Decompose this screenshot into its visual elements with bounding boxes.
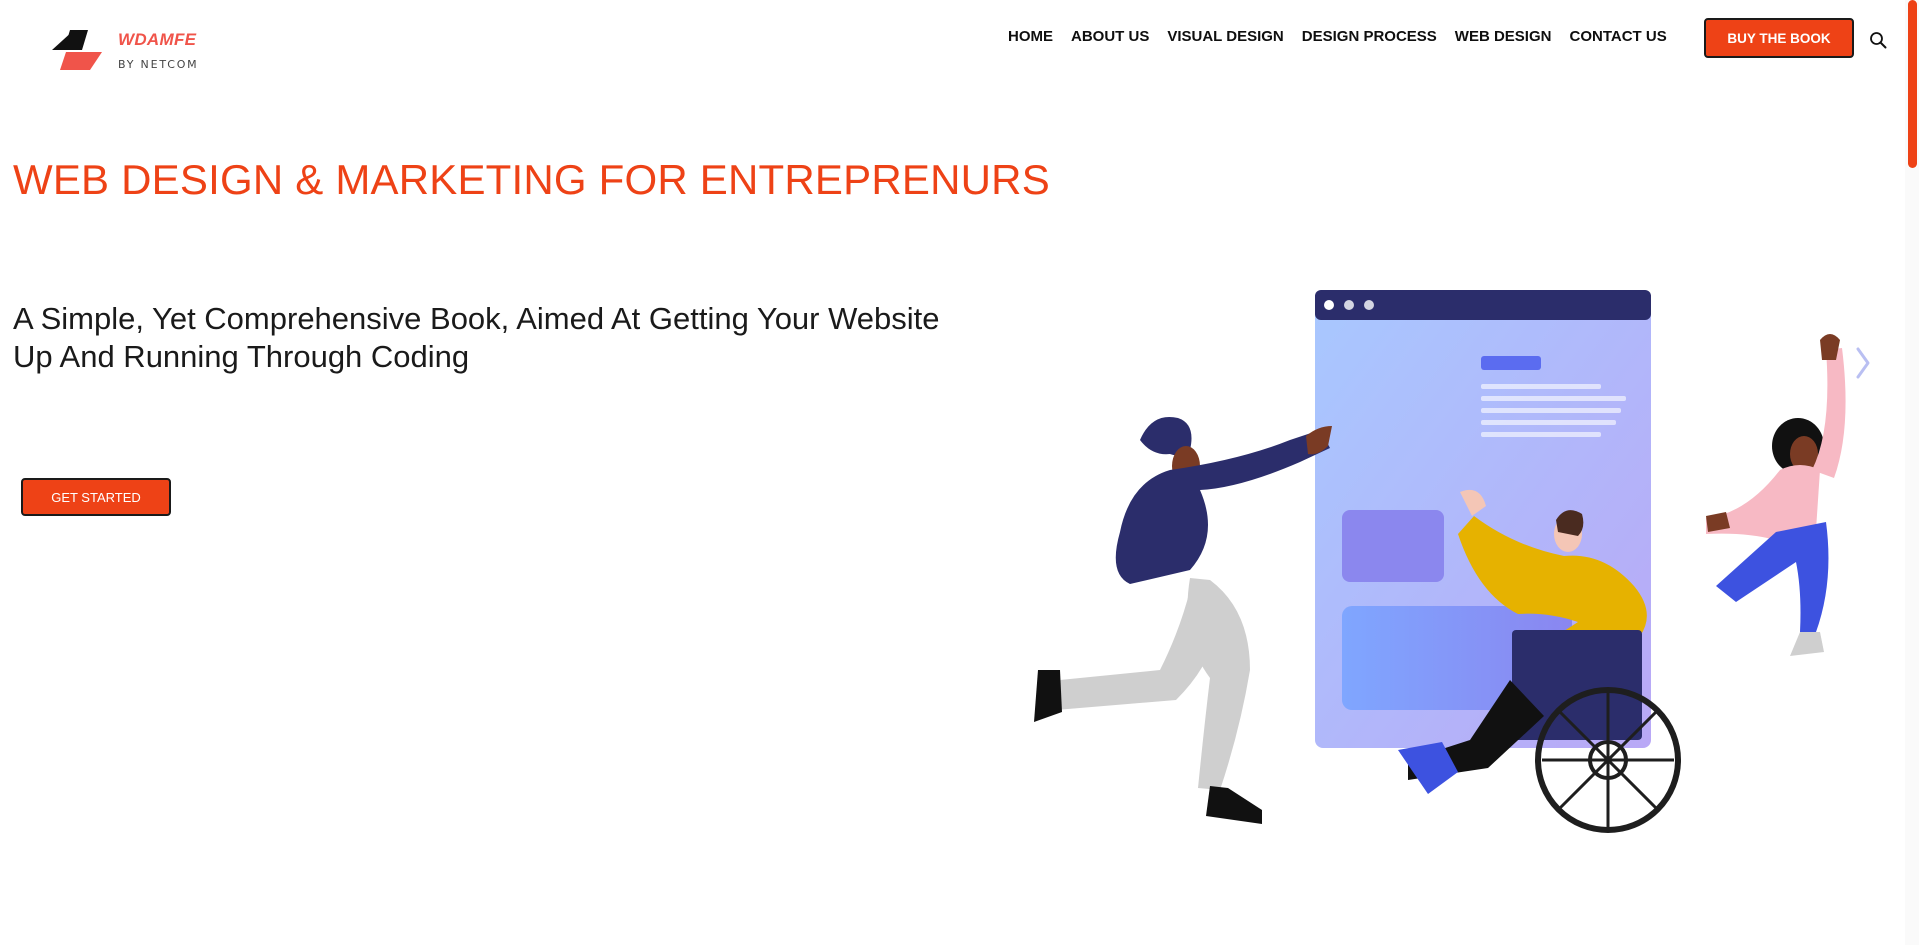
hero-subtitle-line-1: A Simple, Yet Comprehensive Book, Aimed …	[13, 301, 940, 336]
scrollbar-thumb[interactable]	[1908, 0, 1917, 168]
nav-item-home[interactable]: HOME	[1008, 28, 1053, 45]
woman-running	[1034, 416, 1332, 824]
hero-subtitle: A Simple, Yet Comprehensive Book, Aimed …	[13, 300, 973, 376]
hero-subtitle-line-2: Up And Running Through Coding	[13, 339, 470, 374]
get-started-button[interactable]: GET STARTED	[21, 478, 171, 516]
hero-title: WEB DESIGN & MARKETING FOR ENTREPRENURS	[13, 156, 1050, 203]
nav-item-contact-us[interactable]: CONTACT US	[1569, 28, 1666, 45]
nav-item-web-design[interactable]: WEB DESIGN	[1455, 28, 1552, 45]
nav-item-design-process[interactable]: DESIGN PROCESS	[1302, 28, 1437, 45]
logo-mark-icon	[52, 30, 102, 70]
search-icon[interactable]	[1869, 31, 1887, 49]
nav-item-visual-design[interactable]: VISUAL DESIGN	[1167, 28, 1283, 45]
site-logo[interactable]: WDAMFE BY NETCOM	[52, 28, 222, 78]
nav-item-about-us[interactable]: ABOUT US	[1071, 28, 1149, 45]
chevron-right-icon[interactable]	[1855, 346, 1871, 380]
main-nav: HOME ABOUT US VISUAL DESIGN DESIGN PROCE…	[1008, 28, 1685, 45]
woman-cheering	[1706, 334, 1846, 656]
page-scrollbar[interactable]	[1905, 0, 1919, 945]
hero-illustration	[1034, 290, 1846, 833]
brand-name: WDAMFE	[118, 30, 197, 49]
buy-the-book-button[interactable]: BUY THE BOOK	[1704, 18, 1854, 58]
brand-tagline: BY NETCOM	[118, 58, 199, 71]
